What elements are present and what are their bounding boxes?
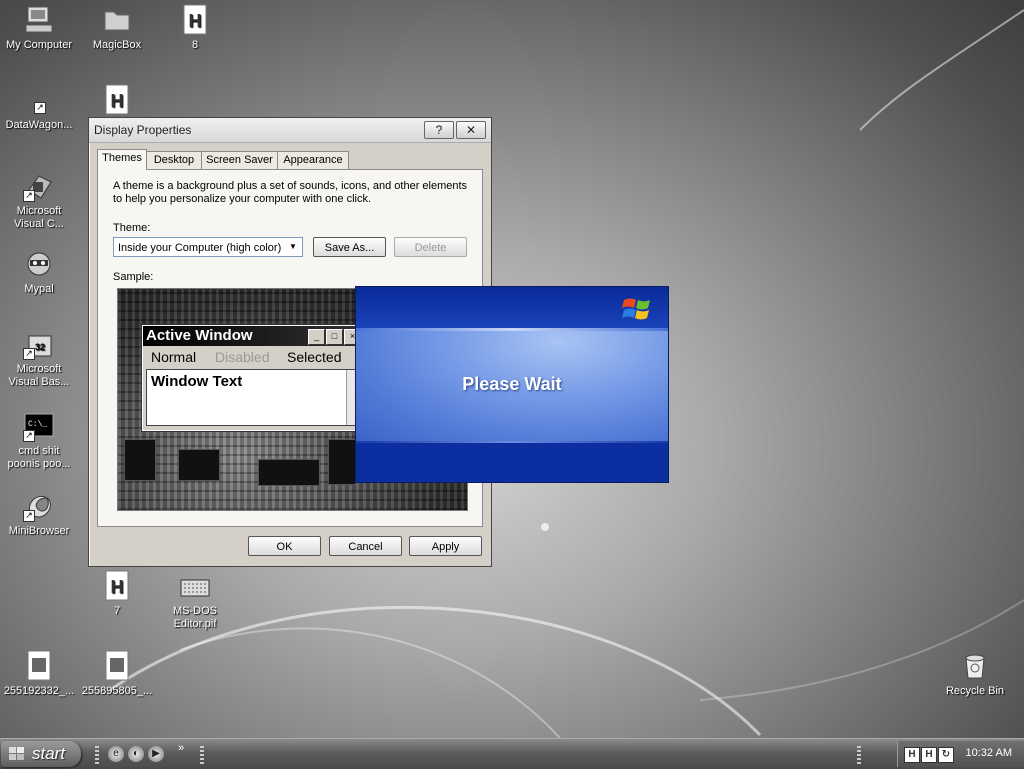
sample-menu-selected: Selected bbox=[287, 349, 342, 365]
start-label: start bbox=[32, 744, 66, 763]
keyboard-icon bbox=[179, 570, 211, 602]
start-button[interactable]: start bbox=[1, 741, 81, 767]
h-document-icon: H bbox=[101, 84, 133, 116]
maximize-icon: □ bbox=[326, 329, 343, 345]
title-bar[interactable]: Display Properties ? ✕ bbox=[89, 118, 491, 143]
minimize-icon: _ bbox=[308, 329, 325, 345]
h-document-icon: H bbox=[101, 570, 133, 602]
window-title: Display Properties bbox=[94, 123, 192, 137]
clock[interactable]: 10:32 AM bbox=[966, 747, 1012, 759]
sample-label: Sample: bbox=[113, 271, 154, 283]
desktop-icon-img-2[interactable]: 255895805_... bbox=[79, 650, 155, 698]
desktop-icon-ms-visual-basic[interactable]: 32 ↗ Microsoft Visual Bas... bbox=[1, 328, 77, 389]
desktop-icon-label: DataWagon... bbox=[5, 119, 73, 131]
desktop-icon-file-8[interactable]: H 8 bbox=[157, 4, 233, 52]
desktop-icon-ms-visual-c[interactable]: ↗ Microsoft Visual C... bbox=[1, 170, 77, 231]
raccoon-icon bbox=[23, 248, 55, 280]
desktop-icon-label: MS-DOS Editor.pif bbox=[173, 605, 217, 630]
h-tray-icon[interactable]: H bbox=[921, 747, 937, 763]
h-document-icon: H bbox=[179, 4, 211, 36]
save-as-button[interactable]: Save As... bbox=[313, 237, 386, 257]
desktop-icon-label: MagicBox bbox=[92, 39, 142, 51]
tab-desktop[interactable]: Desktop bbox=[146, 151, 202, 169]
desktop-icon-label: Microsoft Visual Bas... bbox=[8, 363, 70, 388]
console-icon: C:\_ ↗ bbox=[23, 410, 55, 442]
desktop-icon-label: Recycle Bin bbox=[945, 685, 1005, 697]
media-player-icon[interactable]: ▶ bbox=[148, 746, 164, 762]
desktop-icon-magicbox[interactable]: MagicBox bbox=[79, 4, 155, 52]
ok-button[interactable]: OK bbox=[248, 536, 321, 556]
tab-appearance[interactable]: Appearance bbox=[277, 151, 349, 169]
desktop-icon-label: cmd shit poonis poo... bbox=[7, 445, 71, 470]
desktop-icon-label: 255895805_... bbox=[81, 685, 153, 697]
theme-dropdown-value: Inside your Computer (high color) bbox=[118, 242, 282, 254]
desktop-icon-recycle-bin[interactable]: Recycle Bin bbox=[937, 650, 1013, 698]
desktop-icon-label: My Computer bbox=[5, 39, 73, 51]
sample-window-text: Window Text bbox=[151, 373, 243, 390]
shortcut-icon: ↗ bbox=[23, 98, 55, 116]
desktop-icon-msdos-editor[interactable]: MS-DOS Editor.pif bbox=[157, 570, 233, 631]
cancel-button[interactable]: Cancel bbox=[329, 536, 402, 556]
desktop-icon-file-7[interactable]: H 7 bbox=[79, 570, 155, 618]
tab-themes[interactable]: Themes bbox=[97, 149, 147, 170]
ie-icon[interactable]: e bbox=[108, 746, 124, 762]
theme-label: Theme: bbox=[113, 222, 151, 234]
desktop-icon-cmd[interactable]: C:\_ ↗ cmd shit poonis poo... bbox=[1, 410, 77, 471]
image-file-icon bbox=[101, 650, 133, 682]
image-file-icon bbox=[23, 650, 55, 682]
desktop-icon-label: Microsoft Visual C... bbox=[14, 205, 64, 230]
svg-text:32: 32 bbox=[35, 342, 45, 352]
computer-icon bbox=[23, 4, 55, 36]
please-wait-message: Please Wait bbox=[462, 374, 562, 394]
visual-studio-icon: ↗ bbox=[23, 170, 55, 202]
apply-button[interactable]: Apply bbox=[409, 536, 482, 556]
sample-active-window: Active Window _ □ × Normal Disabled Select… bbox=[141, 324, 365, 432]
desktop-icon-label: 8 bbox=[191, 39, 199, 51]
browser-icon: ↗ bbox=[23, 490, 55, 522]
theme-dropdown[interactable]: Inside your Computer (high color) ▼ bbox=[113, 237, 303, 257]
desktop-icon-minibrowser[interactable]: ↗ MiniBrowser bbox=[1, 490, 77, 538]
desktop-icon-label: MiniBrowser bbox=[8, 525, 70, 537]
tray-grip[interactable] bbox=[857, 744, 861, 764]
chevron-down-icon: ▼ bbox=[289, 242, 297, 251]
desktop-icon-my-computer[interactable]: My Computer bbox=[1, 4, 77, 52]
toolbar-grip[interactable] bbox=[200, 744, 204, 764]
svg-text:C:\_: C:\_ bbox=[28, 420, 47, 429]
desktop-icon-label: 7 bbox=[113, 605, 121, 617]
h-tray-icon[interactable]: H bbox=[904, 747, 920, 763]
delete-button[interactable]: Delete bbox=[394, 237, 467, 257]
windows-flag-icon bbox=[9, 747, 24, 760]
tab-screen-saver[interactable]: Screen Saver bbox=[201, 151, 278, 169]
desktop-icon-mypal[interactable]: Mypal bbox=[1, 248, 77, 296]
desktop-icon-label: Mypal bbox=[24, 283, 54, 295]
desktop-icon-datawagon[interactable]: ↗ DataWagon... bbox=[1, 98, 77, 132]
svg-text:H: H bbox=[189, 11, 202, 31]
desktop-icon-file-h[interactable]: H bbox=[79, 84, 155, 119]
media-icon[interactable]: ◐ bbox=[128, 746, 144, 762]
taskbar: start e ◐ ▶ » H H ↻ 10:32 AM bbox=[0, 738, 1024, 769]
svg-text:H: H bbox=[111, 577, 124, 597]
sample-window-text-area: Window Text bbox=[146, 369, 358, 426]
recycle-bin-icon bbox=[959, 650, 991, 682]
desktop-icon-label: 255192332_... bbox=[3, 685, 75, 697]
chevron-double-icon[interactable]: » bbox=[178, 742, 184, 754]
please-wait-dialog: Please Wait bbox=[355, 286, 669, 483]
system-tray: H H ↻ 10:32 AM bbox=[897, 741, 1024, 767]
desktop-icon-img-1[interactable]: 255192332_... bbox=[1, 650, 77, 698]
sample-menu-normal: Normal bbox=[151, 349, 197, 365]
folder-icon bbox=[101, 4, 133, 36]
help-button[interactable]: ? bbox=[424, 121, 454, 139]
toolbar-grip[interactable] bbox=[95, 744, 99, 764]
svg-text:H: H bbox=[111, 91, 124, 111]
themes-description: A theme is a background plus a set of so… bbox=[113, 180, 468, 205]
sample-menu-disabled: Disabled bbox=[215, 349, 270, 365]
close-button[interactable]: ✕ bbox=[456, 121, 486, 139]
windows-logo-icon bbox=[622, 298, 650, 320]
visual-basic-icon: 32 ↗ bbox=[23, 328, 55, 360]
security-tray-icon[interactable]: ↻ bbox=[938, 747, 954, 763]
